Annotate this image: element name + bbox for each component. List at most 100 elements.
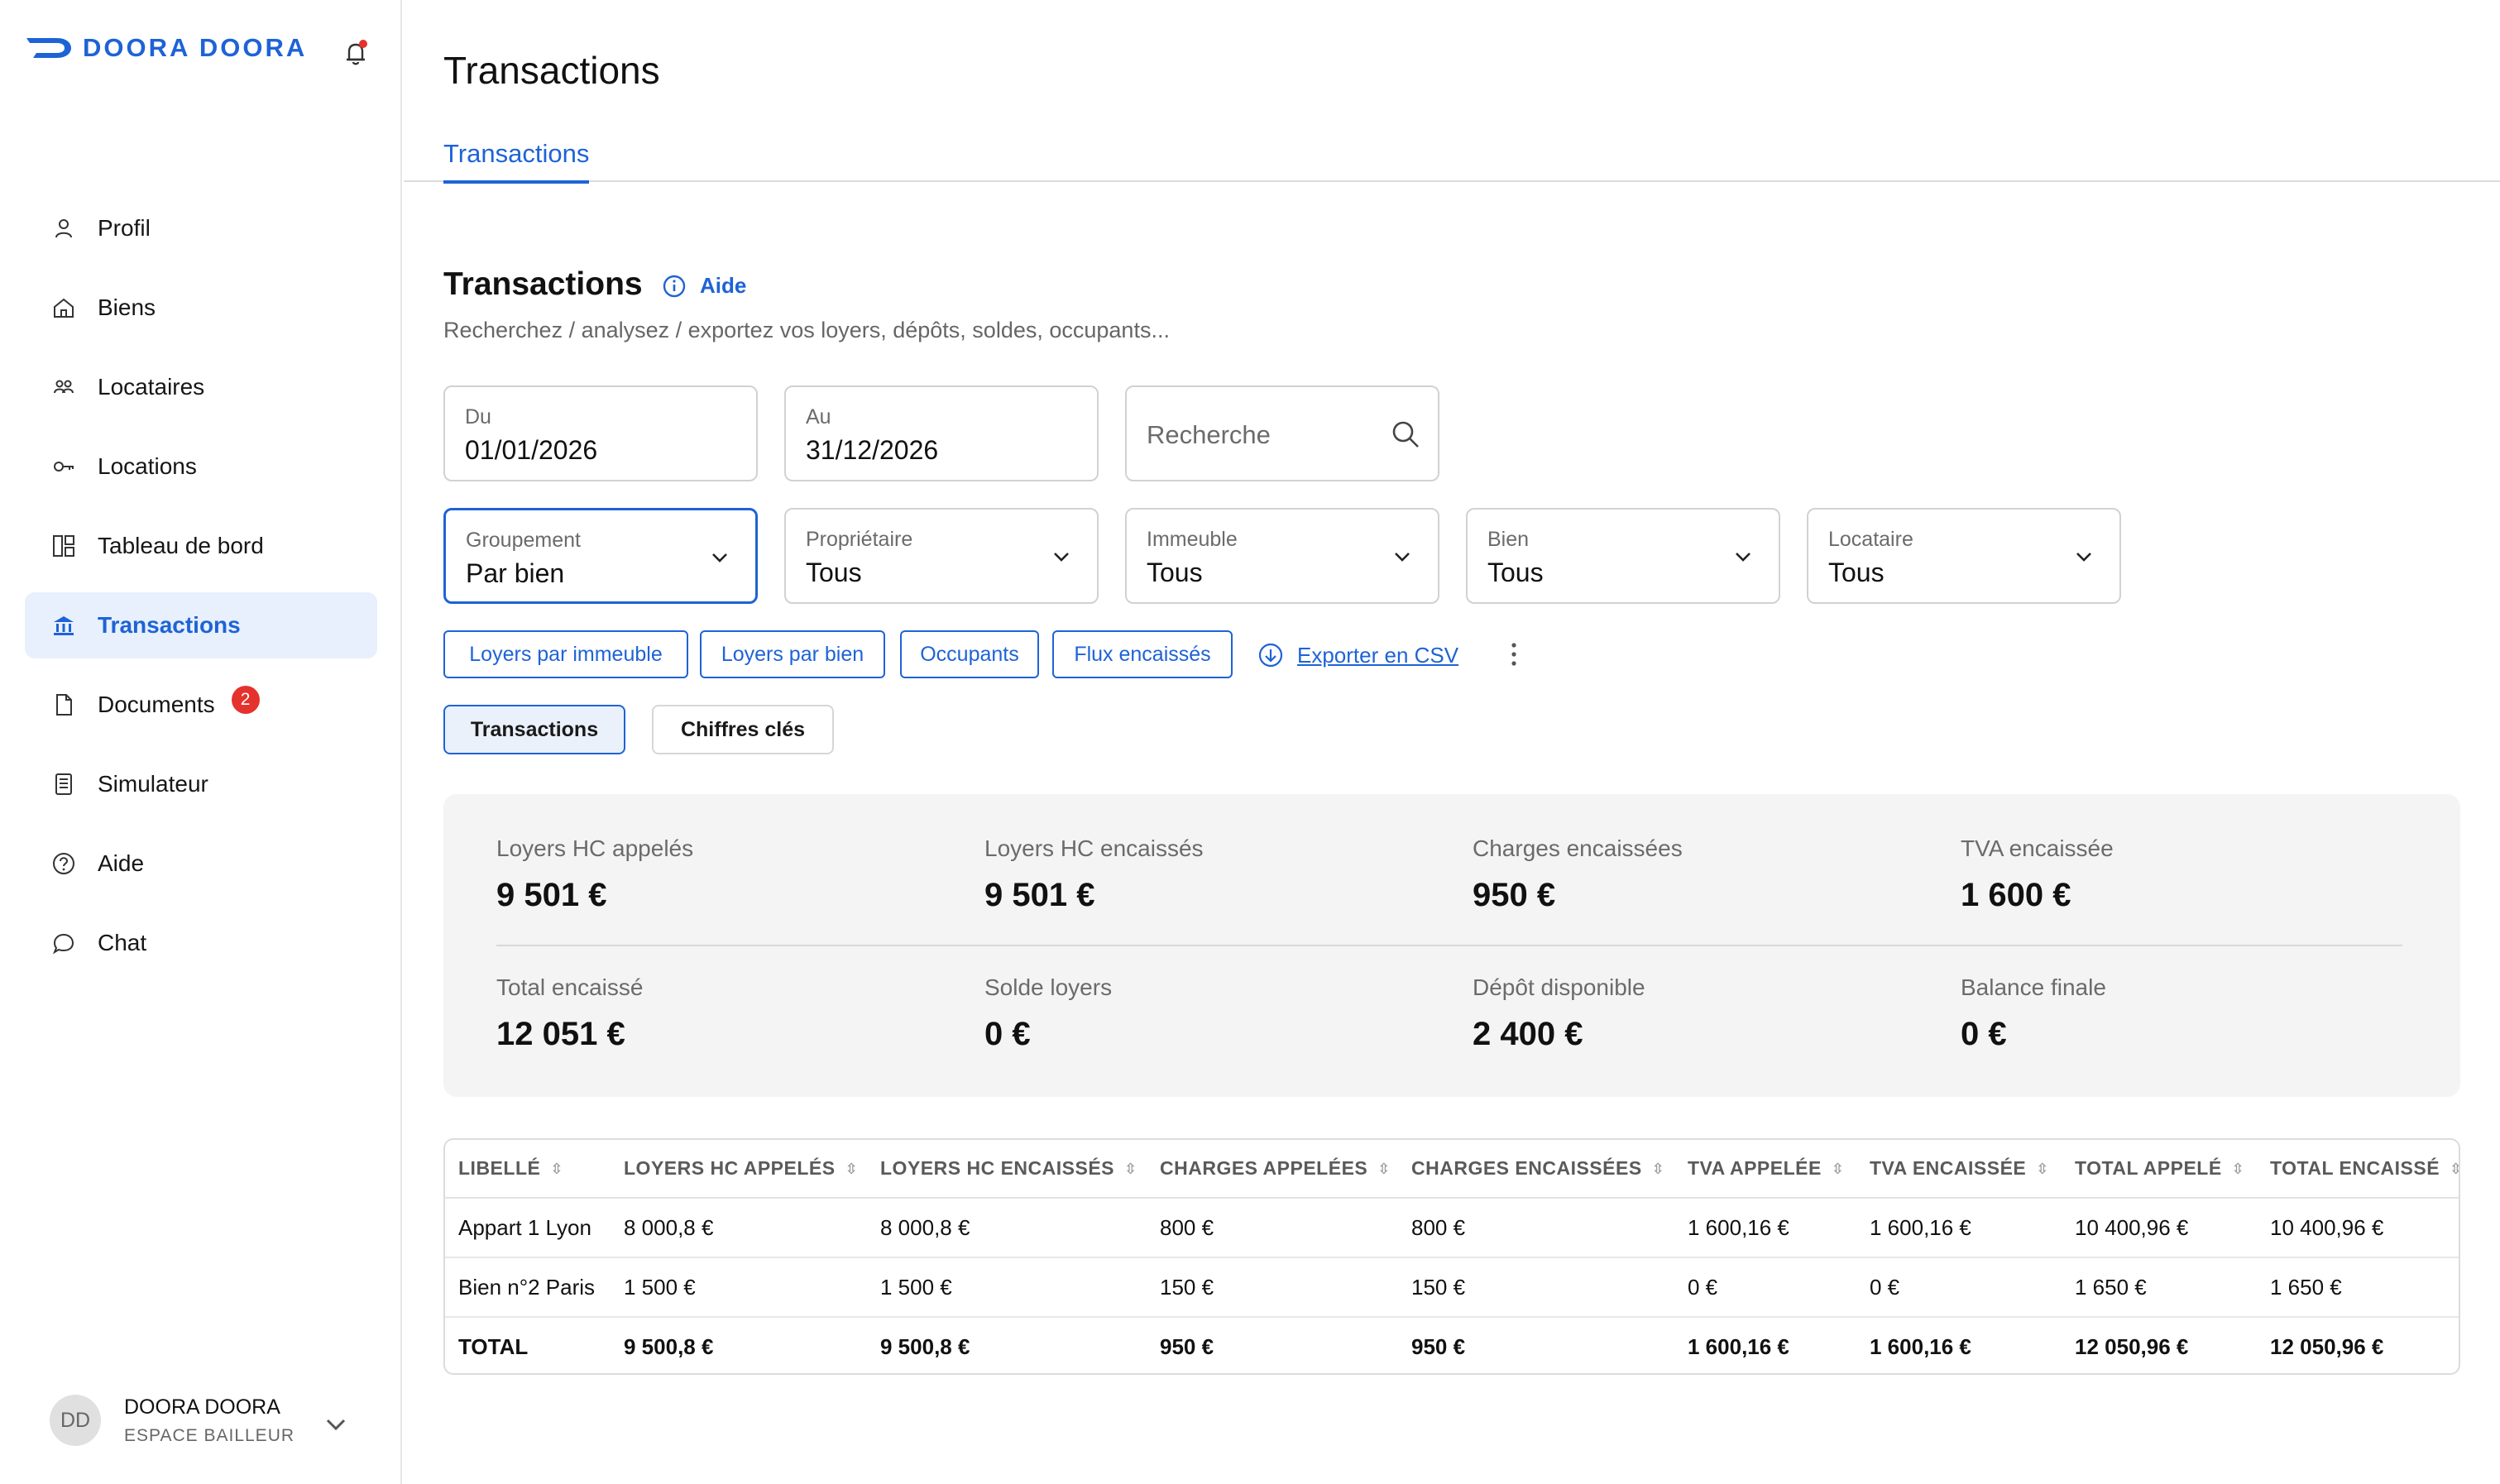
field-value: Tous xyxy=(806,558,862,587)
table-row[interactable]: Bien n°2 Paris 1 500 € 1 500 € 150 € 150… xyxy=(445,1257,2459,1318)
table-cell: 800 € xyxy=(1398,1198,1674,1258)
sidebar-item-documents[interactable]: Documents 2 xyxy=(25,672,377,738)
chevron-down-icon[interactable] xyxy=(323,1411,349,1438)
table-cell: 12 050,96 € xyxy=(2270,1334,2384,1359)
stat-loyers-hc-appeles: Loyers HC appelés 9 501 € xyxy=(496,835,693,914)
column-header-libelle[interactable]: LIBELLÉ ⇳ xyxy=(445,1140,611,1199)
field-value: Tous xyxy=(1147,558,1203,587)
table-cell: Bien n°2 Paris xyxy=(445,1257,611,1318)
table-cell: 1 600,16 € xyxy=(1856,1198,2062,1258)
sidebar-item-profil[interactable]: Profil xyxy=(25,195,377,261)
column-header-loyers-hc-encaisses[interactable]: LOYERS HC ENCAISSÉS ⇳ xyxy=(867,1140,1147,1199)
table-cell: 800 € xyxy=(1147,1198,1398,1258)
stat-label: TVA encaissée xyxy=(1961,835,2114,861)
field-value: 31/12/2026 xyxy=(806,435,939,465)
stat-label: Balance finale xyxy=(1961,974,2106,1000)
table-cell: 1 650 € xyxy=(2257,1257,2459,1318)
transactions-table[interactable]: LIBELLÉ ⇳ LOYERS HC APPELÉS ⇳ LOYERS HC EN… xyxy=(443,1138,2460,1375)
tab-transactions[interactable]: Transactions xyxy=(443,139,590,184)
key-icon xyxy=(50,452,78,481)
sort-icon[interactable]: ⇳ xyxy=(2450,1161,2459,1178)
info-icon xyxy=(663,275,686,297)
sort-icon[interactable]: ⇳ xyxy=(1652,1161,1665,1178)
sidebar-item-tableau-de-bord[interactable]: Tableau de bord xyxy=(25,513,377,579)
date-to-field[interactable]: Au 31/12/2026 xyxy=(784,385,1099,481)
field-value: Par bien xyxy=(466,558,565,588)
stat-value: 9 501 € xyxy=(496,877,607,913)
stat-label: Solde loyers xyxy=(984,974,1113,1000)
sort-icon[interactable]: ⇳ xyxy=(2036,1161,2049,1178)
table-row[interactable]: Appart 1 Lyon 8 000,8 € 8 000,8 € 800 € … xyxy=(445,1198,2459,1258)
field-label: Locataire xyxy=(1828,528,1913,551)
sidebar-item-locations[interactable]: Locations xyxy=(25,433,377,500)
table-cell: 9 500,8 € xyxy=(624,1334,714,1359)
stat-charges-encaissees: Charges encaissées 950 € xyxy=(1473,835,1683,914)
stat-label: Total encaissé xyxy=(496,974,644,1000)
sidebar-item-biens[interactable]: Biens xyxy=(25,275,377,341)
sort-icon[interactable]: ⇳ xyxy=(550,1161,563,1178)
user-profile[interactable]: DD DOORA DOORA ESPACE BAILLEUR xyxy=(50,1395,295,1446)
column-header-loyers-hc-appeles[interactable]: LOYERS HC APPELÉS ⇳ xyxy=(611,1140,867,1199)
view-toggle-chiffres-cles[interactable]: Chiffres clés xyxy=(652,705,834,754)
chip-loyers-par-bien[interactable]: Loyers par bien xyxy=(700,630,885,678)
table-cell: 1 500 € xyxy=(867,1257,1147,1318)
owner-select[interactable]: Propriétaire Tous xyxy=(784,508,1099,604)
tenant-select[interactable]: Locataire Tous xyxy=(1807,508,2121,604)
help-link[interactable]: Aide xyxy=(662,273,746,299)
sidebar-item-simulateur[interactable]: Simulateur xyxy=(25,751,377,817)
help-link-label: Aide xyxy=(700,273,747,298)
property-select[interactable]: Bien Tous xyxy=(1466,508,1780,604)
table-cell: 150 € xyxy=(1398,1257,1674,1318)
page-title: Transactions xyxy=(443,49,660,92)
chip-loyers-par-immeuble[interactable]: Loyers par immeuble xyxy=(443,630,688,678)
grouping-select[interactable]: Groupement Par bien xyxy=(443,508,758,604)
sidebar-item-chat[interactable]: Chat xyxy=(25,910,377,976)
view-toggle-transactions[interactable]: Transactions xyxy=(443,705,625,754)
tab-bar: Transactions xyxy=(404,124,2500,184)
sidebar-item-aide[interactable]: Aide xyxy=(25,831,377,897)
sidebar-item-label: Tableau de bord xyxy=(98,533,264,558)
sort-icon[interactable]: ⇳ xyxy=(1832,1161,1845,1178)
building-select[interactable]: Immeuble Tous xyxy=(1125,508,1439,604)
section-subtitle: Recherchez / analysez / exportez vos loy… xyxy=(443,318,1170,342)
export-csv-link[interactable]: Exporter en CSV xyxy=(1257,642,1458,668)
table-cell: 1 600,16 € xyxy=(1870,1334,1971,1359)
more-vertical-icon[interactable] xyxy=(1506,640,1522,668)
column-header-charges-appelees[interactable]: CHARGES APPELÉES ⇳ xyxy=(1147,1140,1398,1199)
stat-depot-disponible: Dépôt disponible 2 400 € xyxy=(1473,974,1645,1053)
stat-value: 12 051 € xyxy=(496,1016,625,1052)
sidebar-item-label: Biens xyxy=(98,294,156,320)
table-cell: 950 € xyxy=(1411,1334,1466,1359)
sort-icon[interactable]: ⇳ xyxy=(1124,1161,1137,1178)
table-cell: 8 000,8 € xyxy=(867,1198,1147,1258)
notification-bell-icon[interactable] xyxy=(339,36,372,69)
search-placeholder: Recherche xyxy=(1147,420,1271,449)
sidebar-item-transactions[interactable]: Transactions xyxy=(25,592,377,658)
table-cell: 1 600,16 € xyxy=(1674,1198,1856,1258)
column-header-tva-encaissee[interactable]: TVA ENCAISSÉE ⇳ xyxy=(1856,1140,2062,1199)
people-icon xyxy=(50,373,78,401)
stat-label: Loyers HC encaissés xyxy=(984,835,1204,861)
table: LIBELLÉ ⇳ LOYERS HC APPELÉS ⇳ LOYERS HC EN… xyxy=(445,1140,2459,1373)
sidebar-item-label: Documents xyxy=(98,692,215,717)
chip-occupants[interactable]: Occupants xyxy=(900,630,1039,678)
user-role: ESPACE BAILLEUR xyxy=(124,1425,295,1445)
column-header-total-encaisse[interactable]: TOTAL ENCAISSÉ⇳ xyxy=(2257,1140,2459,1199)
field-label: Du xyxy=(465,405,491,428)
chat-icon xyxy=(50,929,78,957)
column-header-total-appele[interactable]: TOTAL APPELÉ ⇳ xyxy=(2062,1140,2257,1199)
stat-solde-loyers: Solde loyers 0 € xyxy=(984,974,1112,1053)
documents-badge: 2 xyxy=(231,686,260,714)
calculator-icon xyxy=(50,770,78,798)
sort-icon[interactable]: ⇳ xyxy=(1377,1161,1391,1178)
sidebar-item-locataires[interactable]: Locataires xyxy=(25,354,377,420)
column-header-charges-encaissees[interactable]: CHARGES ENCAISSÉES ⇳ xyxy=(1398,1140,1674,1199)
search-input[interactable]: Recherche xyxy=(1125,385,1439,481)
sort-icon[interactable]: ⇳ xyxy=(845,1161,859,1178)
column-header-tva-appelee[interactable]: TVA APPELÉE ⇳ xyxy=(1674,1140,1856,1199)
chip-flux-encaisses[interactable]: Flux encaissés xyxy=(1052,630,1233,678)
stat-value: 950 € xyxy=(1473,877,1556,913)
date-from-field[interactable]: Du 01/01/2026 xyxy=(443,385,758,481)
sort-icon[interactable]: ⇳ xyxy=(2232,1161,2245,1178)
brand-logo[interactable]: DOORA DOORA xyxy=(25,33,307,63)
